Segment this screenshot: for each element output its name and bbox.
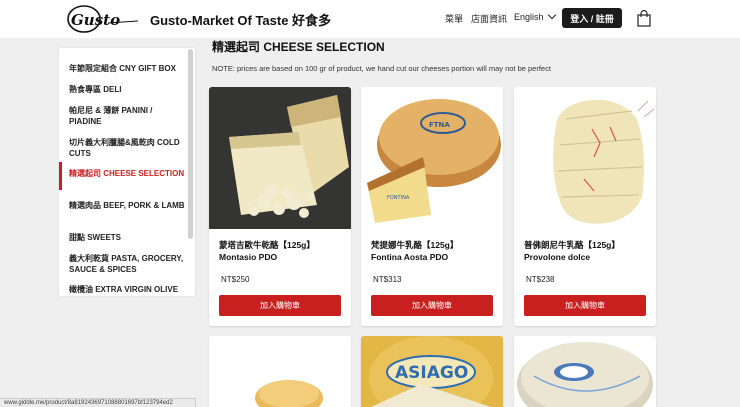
product-name-en: Provolone dolce [524,252,591,262]
product-name-zh: 蒙塔吉歐牛乾酪【125g】 [219,240,315,250]
product-price: NT$238 [526,275,555,284]
product-name-zh: 普佛朗尼牛乳酪【125g】 [524,240,620,250]
login-register-button[interactable]: 登入 / 註冊 [562,8,622,28]
montasio-cheese-image [209,87,351,229]
nav-store-info-link[interactable]: 店面資訊 [471,12,507,25]
add-to-cart-button[interactable]: 加入購物車 [524,295,646,316]
product-name-en: Fontina Aosta PDO [371,252,449,262]
product-card[interactable]: ASIAGO [361,336,503,407]
price-note: NOTE: prices are based on 100 gr of prod… [212,64,551,73]
sidebar-item-cold-cuts[interactable]: 切片義大利臘腸&風乾肉 COLD CUTS [59,137,187,159]
sidebar-item-olive-oil[interactable]: 橄欖油 EXTRA VIRGIN OLIVE [59,284,187,295]
add-to-cart-button[interactable]: 加入購物車 [219,295,341,316]
sidebar-item-meat[interactable]: 精選肉品 BEEF, PORK & LAMB [59,200,187,211]
svg-text:Gusto: Gusto [71,11,120,29]
cheese-image [209,336,351,407]
language-label: English [514,12,544,22]
product-price: NT$313 [373,275,402,284]
chevron-down-icon [547,10,556,20]
provolone-cheese-image [514,87,656,229]
sidebar-item-pasta-grocery[interactable]: 義大利乾貨 PASTA, GROCERY, SAUCE & SPICES [59,253,187,275]
product-name-en: Montasio PDO [219,252,278,262]
svg-text:FONTINA: FONTINA [387,195,410,201]
product-name-zh: 梵提娜牛乳酪【125g】 [371,240,459,250]
asiago-label: ASIAGO [395,363,468,383]
product-card[interactable] [514,336,656,407]
language-selector[interactable]: English [514,10,556,22]
asiago-cheese-image: ASIAGO [361,336,503,407]
browser-status-url: www.giddle.me/product/8a8192436971088801… [0,398,196,407]
sidebar-item-deli[interactable]: 熟食專區 DELI [59,84,187,95]
cheese-wheel-image [514,336,656,407]
gusto-logo[interactable]: Gusto [64,3,140,35]
shopping-bag-icon[interactable] [637,10,651,27]
product-card[interactable]: 蒙塔吉歐牛乾酪【125g】 Montasio PDO NT$250 加入購物車 [209,87,351,326]
category-sidebar: 年節限定組合 CNY GIFT BOX 熟食專區 DELI 帕尼尼 & 薄餅 P… [59,48,195,296]
sidebar-scrollbar[interactable] [188,49,193,239]
site-header: Gusto Gusto-Market Of Taste 好食多 菜單 店面資訊 … [0,0,740,38]
sidebar-item-cny-gift-box[interactable]: 年節限定組合 CNY GIFT BOX [59,63,187,74]
product-card[interactable] [209,336,351,407]
product-card[interactable]: FTNA FONTINA 梵提娜牛乳酪【125g】 Fontina Aosta … [361,87,503,326]
fontina-cheese-image: FTNA FONTINA [361,87,503,229]
product-price: NT$250 [221,275,250,284]
nav-menu-link[interactable]: 菜單 [445,12,463,25]
sidebar-item-cheese-selection[interactable]: 精選起司 CHEESE SELECTION [59,162,187,190]
sidebar-item-sweets[interactable]: 甜點 SWEETS [59,232,187,243]
add-to-cart-button[interactable]: 加入購物車 [371,295,493,316]
svg-text:FTNA: FTNA [429,121,450,129]
product-card[interactable]: 普佛朗尼牛乳酪【125g】 Provolone dolce NT$238 加入購… [514,87,656,326]
sidebar-item-panini[interactable]: 帕尼尼 & 薄餅 PANINI / PIADINE [59,105,187,127]
page-title: 精選起司 CHEESE SELECTION [212,40,385,54]
site-title: Gusto-Market Of Taste 好食多 [150,13,332,28]
